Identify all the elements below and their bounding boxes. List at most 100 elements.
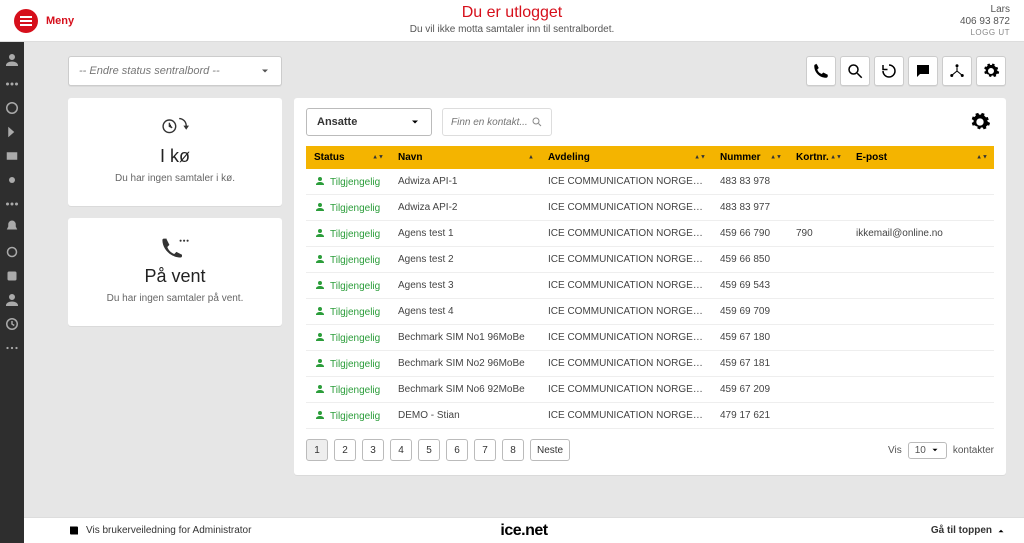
logout-link[interactable]: LOGG UT [960,28,1010,38]
cell-status: Tilgjengelig [306,221,390,247]
sidebar-item-12[interactable] [0,312,24,336]
leftbar [0,42,24,543]
main: -- Endre status sentralbord -- I kø Du h… [24,42,1024,517]
col-status[interactable]: Status▲▼ [306,146,390,169]
sidebar-item-10[interactable] [0,264,24,288]
cell-email [848,299,994,325]
pager-page-4[interactable]: 4 [390,439,412,461]
col-number[interactable]: Nummer▲▼ [712,146,788,169]
cell-department: ICE COMMUNICATION NORGE AS [540,325,712,351]
sidebar-item-1[interactable] [0,48,24,72]
pager-next[interactable]: Neste [530,439,570,461]
pager-page-1[interactable]: 1 [306,439,328,461]
cell-email [848,325,994,351]
network-button[interactable] [942,56,972,86]
settings-button[interactable] [976,56,1006,86]
queue-card: I kø Du har ingen samtaler i kø. [68,98,282,206]
table-row[interactable]: TilgjengeligAgens test 3ICE COMMUNICATIO… [306,273,994,299]
brand-logo: ice.net [500,522,547,540]
chat-button[interactable] [908,56,938,86]
cell-email [848,377,994,403]
menu-label[interactable]: Meny [46,15,74,27]
status-select-label: -- Endre status sentralbord -- [79,65,220,77]
header-user: Lars 406 93 872 LOGG UT [960,4,1010,38]
search-input[interactable] [451,117,531,128]
table-row[interactable]: TilgjengeligAgens test 2ICE COMMUNICATIO… [306,247,994,273]
col-email[interactable]: E-post▲▼ [848,146,994,169]
pager-page-8[interactable]: 8 [502,439,524,461]
cell-status: Tilgjengelig [306,247,390,273]
go-to-top[interactable]: Gå til toppen [931,525,1006,536]
pager-contacts-label: kontakter [953,445,994,456]
chevron-down-icon [259,65,271,77]
col-department[interactable]: Avdeling▲▼ [540,146,712,169]
queue-icon [161,116,189,138]
search-icon [531,115,543,129]
sidebar-item-3[interactable] [0,96,24,120]
table-row[interactable]: TilgjengeligDEMO - StianICE COMMUNICATIO… [306,403,994,429]
cell-name: Agens test 3 [390,273,540,299]
pager-page-6[interactable]: 6 [446,439,468,461]
help-link[interactable]: Vis brukerveiledning for Administrator [68,525,251,537]
cell-status: Tilgjengelig [306,195,390,221]
pager-page-2[interactable]: 2 [334,439,356,461]
call-button[interactable] [806,56,836,86]
table-row[interactable]: TilgjengeligBechmark SIM No6 92MoBeICE C… [306,377,994,403]
cell-short [788,377,848,403]
sidebar-item-2[interactable] [0,72,24,96]
cell-number: 459 67 180 [712,325,788,351]
cell-status: Tilgjengelig [306,169,390,195]
pager-page-5[interactable]: 5 [418,439,440,461]
sidebar-item-9[interactable] [0,240,24,264]
book-icon [68,525,80,537]
cell-number: 459 66 790 [712,221,788,247]
category-select[interactable]: Ansatte [306,108,432,136]
pager-page-3[interactable]: 3 [362,439,384,461]
cell-number: 459 69 709 [712,299,788,325]
cell-status: Tilgjengelig [306,325,390,351]
table-row[interactable]: TilgjengeligAdwiza API-1ICE COMMUNICATIO… [306,169,994,195]
per-page-select[interactable]: 10 [908,442,947,459]
table-row[interactable]: TilgjengeligBechmark SIM No2 96MoBeICE C… [306,351,994,377]
sidebar-item-11[interactable] [0,288,24,312]
cell-name: Bechmark SIM No2 96MoBe [390,351,540,377]
sidebar-item-13[interactable] [0,336,24,360]
cell-number: 483 83 977 [712,195,788,221]
contacts-panel: Ansatte Status▲▼ Navn▲ [294,98,1006,475]
cell-number: 479 17 621 [712,403,788,429]
cell-number: 459 67 209 [712,377,788,403]
hold-icon [161,236,189,258]
status-select[interactable]: -- Endre status sentralbord -- [68,56,282,86]
cell-email [848,273,994,299]
menu-icon[interactable] [14,9,38,33]
cell-name: Bechmark SIM No6 92MoBe [390,377,540,403]
sidebar-item-4[interactable] [0,120,24,144]
refresh-button[interactable] [874,56,904,86]
table-row[interactable]: TilgjengeligAgens test 1ICE COMMUNICATIO… [306,221,994,247]
table-row[interactable]: TilgjengeligBechmark SIM No1 96MoBeICE C… [306,325,994,351]
cell-status: Tilgjengelig [306,403,390,429]
search-box[interactable] [442,108,552,136]
table-row[interactable]: TilgjengeligAgens test 4ICE COMMUNICATIO… [306,299,994,325]
panel-settings-button[interactable] [966,108,994,136]
pager-page-7[interactable]: 7 [474,439,496,461]
cell-short [788,299,848,325]
table-row[interactable]: TilgjengeligAdwiza API-2ICE COMMUNICATIO… [306,195,994,221]
user-name: Lars [960,4,1010,16]
search-button[interactable] [840,56,870,86]
user-phone: 406 93 872 [960,16,1010,28]
chevron-down-icon [409,116,421,128]
cell-short [788,195,848,221]
cell-email [848,169,994,195]
col-short[interactable]: Kortnr.▲▼ [788,146,848,169]
sidebar-item-5[interactable] [0,144,24,168]
hold-subtitle: Du har ingen samtaler på vent. [84,293,266,304]
cell-number: 459 69 543 [712,273,788,299]
cell-department: ICE COMMUNICATION NORGE AS [540,403,712,429]
sidebar-item-8[interactable] [0,216,24,240]
sidebar-item-6[interactable] [0,168,24,192]
col-name[interactable]: Navn▲ [390,146,540,169]
sidebar-item-7[interactable] [0,192,24,216]
cell-short [788,351,848,377]
cell-email [848,351,994,377]
